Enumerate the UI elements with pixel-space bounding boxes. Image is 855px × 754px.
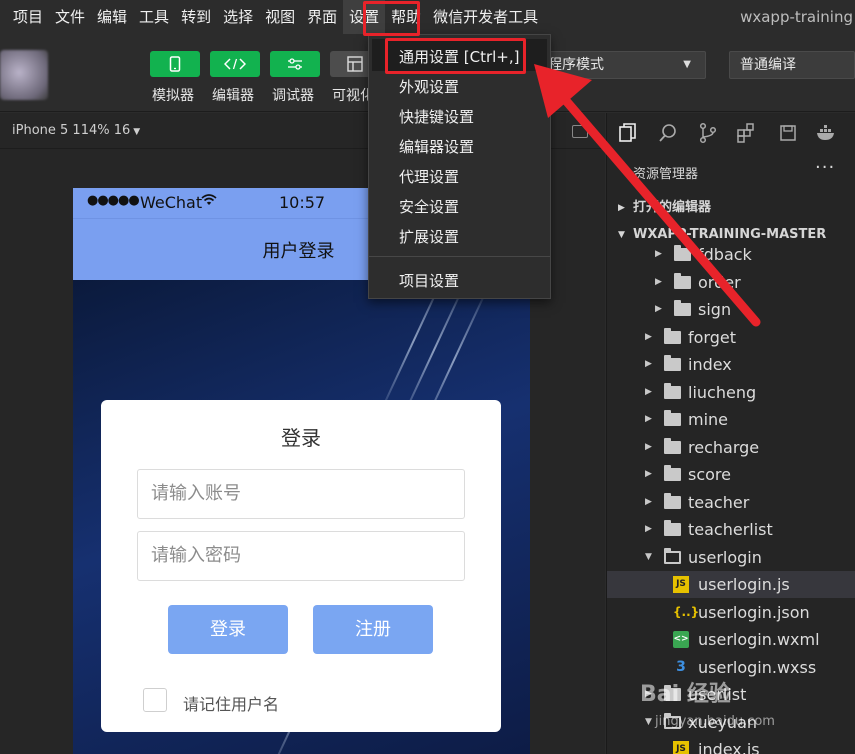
- avatar[interactable]: [0, 50, 48, 100]
- menu-select[interactable]: 选择: [217, 0, 259, 34]
- chevron-right-icon: ▶: [645, 497, 652, 507]
- chevron-down-icon: ▼: [645, 552, 652, 562]
- folder-icon: [664, 493, 681, 509]
- password-input[interactable]: 请输入密码: [137, 531, 465, 581]
- menu-view[interactable]: 视图: [259, 0, 301, 34]
- editor-settings-item[interactable]: 编辑器设置: [399, 136, 474, 157]
- code-icon: [224, 58, 246, 70]
- account-input[interactable]: 请输入账号: [137, 469, 465, 519]
- tree-item-label: score: [688, 465, 731, 484]
- tree-folder[interactable]: ▶ recharge: [607, 434, 855, 461]
- tree-file[interactable]: <> userlogin.wxml: [607, 626, 855, 653]
- folder-icon: [664, 438, 681, 454]
- editor-button[interactable]: [210, 51, 260, 77]
- security-settings-item[interactable]: 安全设置: [399, 196, 459, 217]
- window-title: wxapp-training: [740, 8, 853, 26]
- tree-folder[interactable]: ▶ mine: [607, 406, 855, 433]
- folder-icon: [664, 410, 681, 426]
- layout-icon: [347, 56, 363, 72]
- tree-item-label: mine: [688, 410, 729, 429]
- menu-project[interactable]: 项目: [0, 0, 49, 34]
- menu-edit[interactable]: 编辑: [91, 0, 133, 34]
- tree-file[interactable]: JS index.js: [607, 736, 855, 754]
- simulator-button[interactable]: [150, 51, 200, 77]
- simulator-label: 模拟器: [152, 88, 194, 104]
- menu-wechat-devtools[interactable]: 微信开发者工具: [427, 0, 544, 34]
- chevron-right-icon: ▶: [645, 442, 652, 452]
- login-card: 登录 请输入账号 请输入密码 登录 注册 请记住用户名: [101, 400, 501, 732]
- register-button[interactable]: 注册: [313, 605, 433, 654]
- chevron-right-icon: ▶: [645, 469, 652, 479]
- tree-item-label: userlogin.json: [698, 603, 810, 622]
- highlight-settings-menu: [363, 1, 420, 36]
- menu-bar: 项目 文件 编辑 工具 转到 选择 视图 界面 设置 帮助 微信开发者工具: [0, 0, 855, 34]
- debugger-label: 调试器: [272, 88, 314, 104]
- signal-icon: ●●●●●: [87, 193, 140, 208]
- login-button[interactable]: 登录: [168, 605, 288, 654]
- tree-file[interactable]: JS userlogin.js: [607, 571, 855, 598]
- chevron-right-icon: ▶: [645, 387, 652, 397]
- tree-folder[interactable]: ▶ liucheng: [607, 379, 855, 406]
- editor-label: 编辑器: [212, 88, 254, 104]
- debugger-button[interactable]: [270, 51, 320, 77]
- watermark-logo: Bai 经验: [640, 682, 731, 707]
- remember-checkbox[interactable]: [143, 688, 167, 712]
- project-settings-item[interactable]: 项目设置: [399, 270, 459, 291]
- chevron-right-icon: ▶: [645, 359, 652, 369]
- shortcut-settings-item[interactable]: 快捷键设置: [399, 106, 474, 127]
- tree-item-label: teacherlist: [688, 520, 773, 539]
- menu-interface[interactable]: 界面: [301, 0, 343, 34]
- tree-item-label: teacher: [688, 493, 750, 512]
- tree-folder[interactable]: ▶ score: [607, 461, 855, 488]
- chevron-right-icon: ▶: [645, 414, 652, 424]
- menu-goto[interactable]: 转到: [175, 0, 217, 34]
- wxml-file-icon: <>: [673, 631, 689, 648]
- menu-file[interactable]: 文件: [49, 0, 91, 34]
- js-file-icon: JS: [673, 741, 689, 754]
- tree-folder[interactable]: ▶ teacher: [607, 489, 855, 516]
- tree-file[interactable]: {..} userlogin.json: [607, 599, 855, 626]
- carrier-label: WeChat: [140, 193, 203, 212]
- sliders-icon: [288, 58, 302, 70]
- tree-folder[interactable]: ▶ teacherlist: [607, 516, 855, 543]
- wifi-icon: [201, 194, 217, 205]
- tree-folder[interactable]: ▶ index: [607, 351, 855, 378]
- folder-open-icon: [664, 548, 681, 564]
- json-file-icon: {..}: [673, 605, 700, 619]
- tree-item-label: userlogin.js: [698, 575, 790, 594]
- wxss-file-icon: 3: [676, 659, 686, 675]
- chevron-down-icon: ▼: [645, 717, 652, 727]
- folder-icon: [664, 520, 681, 536]
- phone-icon: [169, 56, 181, 72]
- more-icon[interactable]: ···: [815, 157, 835, 178]
- watermark-url: jingyan.baidu.com: [655, 714, 775, 729]
- folder-icon: [664, 355, 681, 371]
- save-icon[interactable]: [777, 122, 799, 144]
- chevron-right-icon: ▶: [645, 524, 652, 534]
- folder-icon: [664, 383, 681, 399]
- appearance-settings-item[interactable]: 外观设置: [399, 76, 459, 97]
- tree-item-label: userlogin.wxml: [698, 630, 820, 649]
- tree-item-label: index.js: [698, 740, 760, 754]
- page-title: 用户登录: [262, 241, 335, 262]
- remember-label: 请记住用户名: [183, 695, 280, 714]
- annotation-arrow-icon: [534, 64, 761, 327]
- proxy-settings-item[interactable]: 代理设置: [399, 166, 459, 187]
- menu-tools[interactable]: 工具: [133, 0, 175, 34]
- js-file-icon: JS: [673, 576, 689, 593]
- clock: 10:57: [279, 193, 326, 212]
- tree-item-label: userlogin: [688, 548, 762, 567]
- docker-icon[interactable]: [815, 122, 837, 144]
- tree-item-label: recharge: [688, 438, 760, 457]
- tree-folder[interactable]: ▼ userlogin: [607, 544, 855, 571]
- device-label: iPhone 5 114% 16: [12, 123, 131, 138]
- tree-item-label: liucheng: [688, 383, 757, 402]
- tree-item-label: index: [688, 355, 732, 374]
- highlight-general-settings: [385, 38, 526, 74]
- folder-icon: [664, 465, 681, 481]
- extension-settings-item[interactable]: 扩展设置: [399, 226, 459, 247]
- caret-down-icon: ▼: [133, 127, 141, 137]
- login-title: 登录: [281, 426, 321, 450]
